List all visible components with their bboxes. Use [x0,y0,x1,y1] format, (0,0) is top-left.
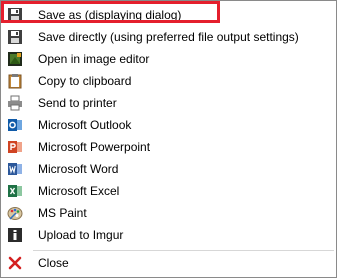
powerpoint-icon [7,139,23,155]
menu-item-label: Save as (displaying dialog) [38,8,182,22]
menu-item-ms-paint[interactable]: MS Paint [1,202,336,224]
menu-item-label: Microsoft Word [38,162,119,176]
menu-item-label: Upload to Imgur [38,228,124,242]
menu-item-label: MS Paint [38,206,87,220]
menu-item-excel[interactable]: Microsoft Excel [1,180,336,202]
menu-item-label: Open in image editor [38,52,150,66]
printer-icon [7,95,23,111]
menu-item-powerpoint[interactable]: Microsoft Powerpoint [1,136,336,158]
paint-palette-icon [7,205,23,221]
menu-item-label: Microsoft Outlook [38,118,132,132]
menu-item-word[interactable]: Microsoft Word [1,158,336,180]
floppy-disk-icon [7,7,23,23]
floppy-disk-save-icon [7,29,23,45]
menu-item-label: Send to printer [38,96,117,110]
menu-item-label: Microsoft Powerpoint [38,140,151,154]
close-icon [7,255,23,271]
imgur-icon [7,227,23,243]
clipboard-icon [7,73,23,89]
menu-item-close[interactable]: Close [1,252,336,274]
menu-item-label: Save directly (using preferred file outp… [38,30,299,44]
menu-item-save-directly[interactable]: Save directly (using preferred file outp… [1,26,336,48]
menu-item-label: Copy to clipboard [38,74,132,88]
menu-item-upload-imgur[interactable]: Upload to Imgur [1,224,336,246]
word-icon [7,161,23,177]
menu-item-send-to-printer[interactable]: Send to printer [1,92,336,114]
context-menu: Save as (displaying dialog) Save directl… [0,0,337,278]
menu-item-save-as[interactable]: Save as (displaying dialog) [1,4,336,26]
menu-item-label: Close [38,256,69,270]
menu-item-label: Microsoft Excel [38,184,120,198]
excel-icon [7,183,23,199]
outlook-icon [7,117,23,133]
menu-separator [33,250,334,251]
menu-item-copy-clipboard[interactable]: Copy to clipboard [1,70,336,92]
image-editor-icon [7,51,23,67]
menu-item-outlook[interactable]: Microsoft Outlook [1,114,336,136]
menu-item-open-image-editor[interactable]: Open in image editor [1,48,336,70]
